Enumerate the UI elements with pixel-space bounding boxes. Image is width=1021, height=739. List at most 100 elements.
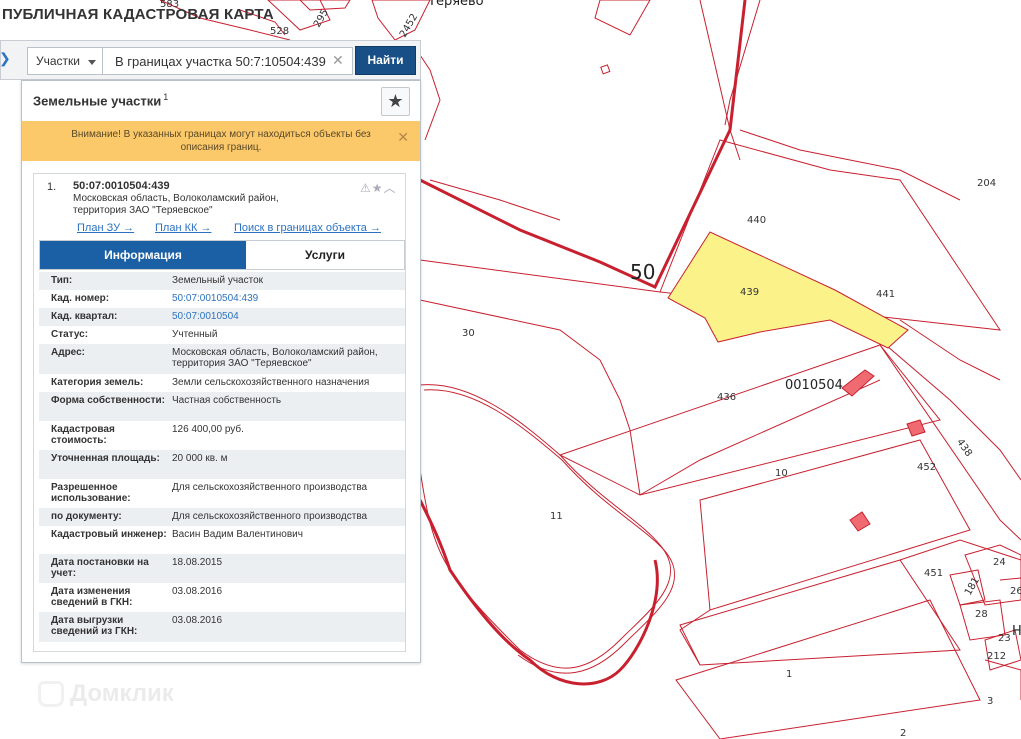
parcel-boundary bbox=[639, 379, 881, 496]
row-label: Кад. квартал: bbox=[51, 311, 118, 322]
app-title: ПУБЛИЧНАЯ КАДАСТРОВАЯ КАРТА bbox=[2, 6, 274, 23]
map-label: 528 bbox=[270, 26, 290, 37]
row-value: 20 000 кв. м bbox=[172, 453, 228, 464]
plan-kk-link[interactable]: План КК → bbox=[155, 222, 211, 234]
map-label-village: Теряево bbox=[428, 0, 484, 9]
record-address: Московская область, Волоколамский район,… bbox=[73, 193, 279, 216]
close-icon[interactable]: ✕ bbox=[397, 130, 409, 144]
table-row: Адрес: Московская область, Волоколамский … bbox=[39, 344, 405, 374]
tab-info[interactable]: Информация bbox=[40, 241, 246, 269]
close-icon[interactable]: ✕ bbox=[332, 52, 344, 69]
map-label: 11 bbox=[550, 511, 563, 522]
find-button[interactable]: Найти bbox=[355, 46, 416, 75]
road-boundary bbox=[419, 299, 601, 361]
selected-parcel-439 bbox=[667, 231, 909, 349]
row-value: Для сельскохозяйственного производства bbox=[172, 511, 368, 522]
warning-banner: Внимание! В указанных границах могут нах… bbox=[22, 121, 420, 161]
row-label: Дата изменения сведений в ГКН: bbox=[51, 586, 133, 608]
map-label: 212 bbox=[987, 651, 1007, 662]
row-label: Форма собственности: bbox=[51, 395, 165, 406]
map-label: 10 bbox=[775, 468, 788, 479]
row-label: Тип: bbox=[51, 275, 73, 286]
road-boundary bbox=[429, 179, 561, 221]
parcel-boundary bbox=[675, 599, 981, 739]
row-label: Дата постановки на учет: bbox=[51, 557, 149, 579]
row-label: Кадастровый инженер: bbox=[51, 529, 167, 540]
panel-title-text: Земельные участки bbox=[33, 93, 162, 109]
results-panel: Земельные участки 1 ★ Внимание! В указанн… bbox=[21, 80, 421, 663]
plan-zu-link[interactable]: План ЗУ → bbox=[77, 222, 134, 234]
table-row: Кад. номер: 50:07:0010504:439 bbox=[39, 290, 405, 308]
building bbox=[841, 369, 875, 397]
object-type-value: Участки bbox=[36, 54, 80, 68]
parcel-boundary bbox=[599, 359, 641, 496]
row-label: Разрешенное использование: bbox=[51, 482, 131, 504]
road-boundary bbox=[739, 129, 961, 201]
favorite-button[interactable]: ★ bbox=[381, 87, 410, 116]
row-label: Уточненная площадь: bbox=[51, 453, 160, 464]
parcel-boundary bbox=[879, 339, 1021, 481]
table-row: Форма собственности: Частная собственност… bbox=[39, 392, 405, 421]
star-icon[interactable]: ★ bbox=[372, 181, 384, 195]
map-label: 2 bbox=[900, 728, 907, 739]
warning-icon[interactable]: ⚠ bbox=[360, 181, 372, 195]
table-row: Категория земель: Земли сельскохозяйствен… bbox=[39, 374, 405, 392]
record-actions: ⚠★︿ bbox=[360, 179, 397, 196]
building bbox=[849, 511, 871, 532]
quarter-boundary bbox=[418, 499, 659, 686]
row-label: Кад. номер: bbox=[51, 293, 110, 304]
parcel-boundary bbox=[594, 0, 651, 36]
collapse-panel-icon[interactable]: ❯ bbox=[0, 50, 13, 72]
map-label: 1 bbox=[786, 669, 793, 680]
search-in-bounds-link[interactable]: Поиск в границах объекта → bbox=[234, 222, 381, 234]
row-value: Частная собственность bbox=[172, 395, 282, 406]
table-row: Кадастровая стоимость: 126 400,00 руб. bbox=[39, 421, 405, 450]
row-value: 03.08.2016 bbox=[172, 586, 223, 597]
parcel-boundary bbox=[600, 64, 611, 75]
search-bar: ❯ Участки ✕ Найти bbox=[0, 40, 421, 80]
table-row: Дата изменения сведений в ГКН: 03.08.2016 bbox=[39, 583, 405, 612]
road-boundary bbox=[419, 259, 661, 293]
row-value-link[interactable]: 50:07:0010504 bbox=[172, 311, 397, 322]
result-count: 1 bbox=[163, 92, 169, 102]
tab-services[interactable]: Услуги bbox=[246, 241, 404, 269]
row-value: Московская область, Волоколамский район,… bbox=[172, 347, 378, 369]
row-value: Васин Вадим Валентинович bbox=[172, 529, 303, 540]
attribute-table: Тип: Земельный участок Кад. номер: 50:07:0… bbox=[39, 272, 405, 642]
river-boundary bbox=[419, 384, 672, 669]
map-label: 28 bbox=[975, 609, 988, 620]
road-boundary bbox=[699, 0, 741, 161]
table-row: по документу: Для сельскохозяйственного п… bbox=[39, 508, 405, 526]
row-value: Земли сельскохозяйственного назначения bbox=[172, 377, 370, 388]
record-number: 1. bbox=[47, 181, 57, 193]
parcel-boundary bbox=[879, 344, 1021, 541]
table-row: Кадастровый инженер: Васин Вадим Валентин… bbox=[39, 526, 405, 554]
search-input[interactable] bbox=[103, 47, 353, 75]
row-label: Статус: bbox=[51, 329, 89, 340]
table-row: Разрешенное использование: Для сельскохоз… bbox=[39, 479, 405, 508]
row-value: 03.08.2016 bbox=[172, 615, 223, 626]
table-row: Дата постановки на учет: 18.08.2015 bbox=[39, 554, 405, 583]
map-label: 441 bbox=[876, 289, 896, 300]
parcel-boundary bbox=[679, 609, 711, 666]
map-label: 451 bbox=[924, 568, 944, 579]
row-value-link[interactable]: 50:07:0010504:439 bbox=[172, 293, 397, 304]
row-value: Учтенный bbox=[172, 329, 218, 340]
map-label: 23 bbox=[998, 633, 1011, 644]
map-label: 204 bbox=[977, 178, 997, 189]
record-cad-id[interactable]: 50:07:0010504:439 bbox=[73, 180, 170, 192]
map-label: 3 bbox=[987, 696, 994, 707]
object-type-select[interactable]: Участки bbox=[27, 47, 103, 75]
row-label: Дата выгрузки сведений из ГКН: bbox=[51, 615, 138, 637]
chevron-up-icon[interactable]: ︿ bbox=[384, 181, 397, 195]
row-label: Категория земель: bbox=[51, 377, 144, 388]
watermark-text: Домклик bbox=[70, 680, 174, 707]
map-label: 439 bbox=[740, 287, 760, 298]
row-label: Кадастровая стоимость: bbox=[51, 424, 115, 446]
map-label: 24 bbox=[993, 557, 1006, 568]
table-row: Кад. квартал: 50:07:0010504 bbox=[39, 308, 405, 326]
parcel-boundary bbox=[999, 577, 1021, 581]
row-value: 18.08.2015 bbox=[172, 557, 223, 568]
parcel-boundary bbox=[558, 344, 941, 496]
domclick-logo-icon bbox=[38, 681, 64, 707]
